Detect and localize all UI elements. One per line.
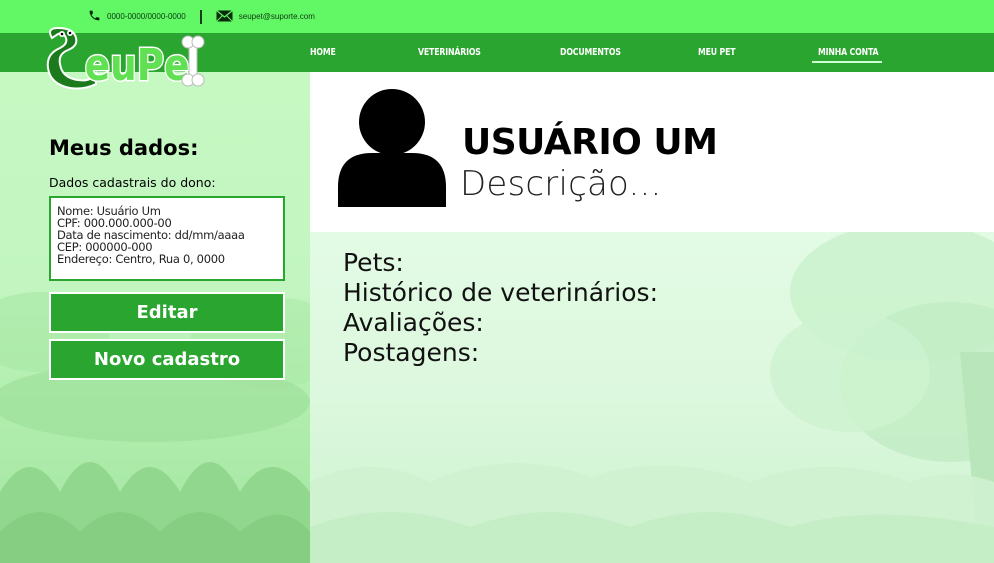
section-pets: Pets: (343, 248, 404, 277)
snake-bone-logo[interactable]: euPe (44, 24, 219, 92)
sidebar-subtitle: Dados cadastrais do dono: (49, 175, 216, 190)
mail-icon (215, 9, 233, 24)
edit-button[interactable]: Editar (49, 292, 285, 333)
nav-meu-pet[interactable]: MEU PET (698, 33, 736, 72)
svg-text:euPe: euPe (85, 39, 190, 90)
user-description: Descrição... (460, 164, 662, 204)
email-address[interactable]: seupet@suporte.com (239, 12, 315, 21)
section-reviews: Avaliações: (343, 308, 484, 337)
profile-sections: Pets: Histórico de veterinários: Avaliaç… (343, 248, 658, 368)
owner-info-box: Nome: Usuário Um CPF: 000.000.000-00 Dat… (49, 196, 285, 281)
section-posts: Postagens: (343, 338, 480, 367)
contact-info: 0000-0000/0000-0000 seupet@suporte.com (88, 9, 315, 24)
phone-icon (88, 9, 101, 24)
user-avatar-icon (336, 89, 448, 207)
new-registration-button[interactable]: Novo cadastro (49, 339, 285, 380)
nav-veterinarios[interactable]: VETERINÁRIOS (418, 33, 481, 72)
contact-divider (199, 9, 202, 24)
phone-number: 0000-0000/0000-0000 (107, 12, 186, 21)
user-name: USUÁRIO UM (462, 122, 718, 163)
active-nav-underline (812, 61, 882, 63)
section-vet-history: Histórico de veterinários: (343, 278, 658, 307)
nav-home[interactable]: HOME (310, 33, 336, 72)
nav-documentos[interactable]: DOCUMENTOS (560, 33, 621, 72)
sidebar-title: Meus dados: (49, 136, 199, 160)
nav-minha-conta[interactable]: MINHA CONTA (818, 33, 879, 72)
owner-address: Endereço: Centro, Rua 0, 0000 (57, 252, 225, 266)
